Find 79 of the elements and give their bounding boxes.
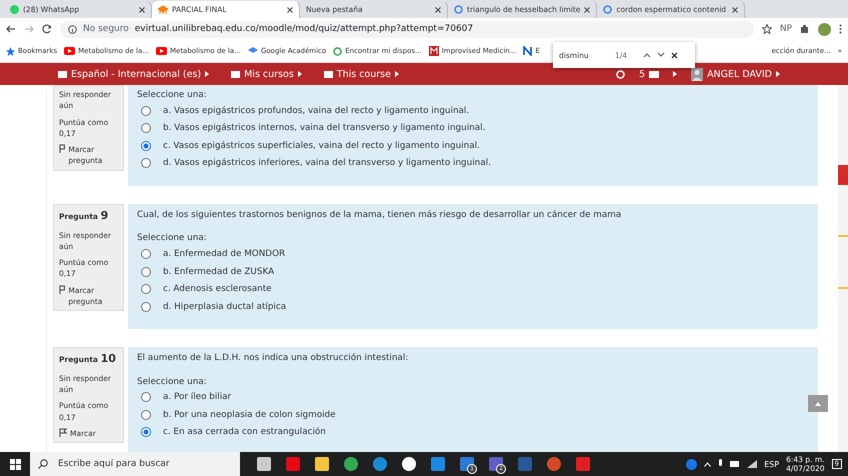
nav-menu-item[interactable]: Español - Internacional (es) <box>58 68 210 80</box>
radio-button[interactable] <box>141 410 151 420</box>
radio-button[interactable] <box>141 140 151 151</box>
answer-option[interactable]: c. En asa cerrada con estrangulación <box>137 424 809 442</box>
windows-logo-icon[interactable] <box>10 458 20 470</box>
close-icon[interactable] <box>732 6 738 12</box>
radio-button[interactable] <box>141 106 151 116</box>
taskbar-search[interactable]: Escribe aquí para buscar <box>30 452 240 476</box>
star-outline-icon[interactable] <box>762 24 772 34</box>
radio-button[interactable] <box>141 123 151 134</box>
question-text: El aumento de la L.D.H. nos indica una obstrucción intestinal: <box>137 352 410 365</box>
drawer-toggle[interactable] <box>838 165 848 185</box>
chevron-up-icon <box>815 402 821 406</box>
answer-prompt: Seleccione una: <box>137 90 208 100</box>
user-name: ANGEL DAVID <box>707 68 772 80</box>
info-icon <box>68 24 77 34</box>
avatar-icon[interactable] <box>818 22 831 36</box>
close-icon[interactable] <box>139 6 145 12</box>
scroll-top-button[interactable] <box>808 395 828 412</box>
help-icon[interactable] <box>686 458 698 470</box>
wifi-icon[interactable] <box>747 460 758 468</box>
nav-menu-item[interactable]: This course <box>324 68 399 80</box>
radio-button[interactable] <box>141 302 151 312</box>
answer-prompt: Seleccione una: <box>137 376 208 387</box>
question-text: Cual, de los siguientes trastornos benignos de la mama, tienen más riesgo de desarrollar un cáncer de mama <box>137 209 622 222</box>
address-bar[interactable]: No seguro evirtual.unilibrebaq.edu.co/moodle/mod/quiz/attempt.php?attempt=70607 <box>60 20 754 38</box>
location-ring-icon <box>333 46 342 56</box>
answer-option[interactable]: a. Enfermedad de MONDOR <box>137 245 809 263</box>
answer-option[interactable]: b. Enfermedad de ZUSKA <box>137 262 809 280</box>
radio-button[interactable] <box>141 427 151 438</box>
radio-button[interactable] <box>141 249 151 260</box>
caret-icon <box>205 71 210 77</box>
caret-icon <box>776 71 780 77</box>
answer-option[interactable]: a. Por íleo biliar <box>137 388 809 406</box>
answer-option[interactable]: a. Vasos epigástricos profundos, vaina del recto y ligamento inguinal. <box>137 102 809 120</box>
kebab-menu-icon[interactable] <box>839 24 842 34</box>
microphone-icon[interactable] <box>718 459 724 469</box>
user-menu[interactable]: ANGEL DAVID <box>691 68 780 80</box>
answer-option[interactable]: b. Vasos epigástricos internos, vaina del transverso y ligamento inguinal. <box>137 120 809 137</box>
caret-icon <box>673 71 678 77</box>
answer-option[interactable]: d. Vasos epigástricos inferiores, vaina del transverso y ligamento inguinal. <box>137 154 809 172</box>
security-label: No seguro <box>83 24 129 34</box>
puzzle-icon[interactable] <box>800 24 810 34</box>
answer-option[interactable]: d. Hiperplasia ductal atípica <box>137 298 809 316</box>
user-silhouette-icon <box>691 68 704 80</box>
envelope-icon <box>649 70 660 78</box>
caret-icon <box>394 71 399 77</box>
close-icon[interactable] <box>584 6 590 12</box>
n-logo-icon <box>523 46 532 56</box>
extension-label[interactable]: NP <box>780 24 792 34</box>
search-input[interactable]: Escribe aquí para buscar <box>56 458 230 470</box>
task-view-icon <box>257 457 271 471</box>
radio-button[interactable] <box>141 158 151 168</box>
close-icon[interactable] <box>671 52 678 58</box>
chevron-up-icon[interactable] <box>643 52 652 58</box>
url-text: evirtual.unilibrebaq.edu.co/moodle/mod/quiz/attempt.php?attempt=70607 <box>134 24 474 34</box>
star-icon <box>6 46 15 56</box>
language-indicator[interactable]: ESP <box>764 460 780 468</box>
circle-icon[interactable] <box>616 70 626 78</box>
messages-link[interactable]: 5 <box>639 68 660 80</box>
caret-icon <box>298 71 302 77</box>
nav-menu-item[interactable]: Mis cursos <box>231 68 302 80</box>
reload-icon[interactable] <box>42 24 52 34</box>
play-icon <box>156 47 167 55</box>
m-logo-icon <box>428 46 439 56</box>
answer-option[interactable]: c. Vasos epigástricos superficiales, vaina del recto y ligamento inguinal. <box>137 137 809 154</box>
back-arrow-icon[interactable] <box>6 24 16 34</box>
answer-prompt: Seleccione una: <box>137 233 208 244</box>
radio-button[interactable] <box>141 392 151 402</box>
radio-button[interactable] <box>141 266 151 277</box>
chevron-down-icon[interactable] <box>657 52 666 58</box>
search-icon <box>38 459 48 469</box>
battery-icon[interactable] <box>730 461 740 467</box>
play-icon <box>64 47 76 55</box>
answer-option[interactable]: b. Por una neoplasia de colon sigmoide <box>137 406 809 424</box>
radio-button[interactable] <box>141 284 151 294</box>
answer-option[interactable]: c. Adenosis esclerosante <box>137 280 809 298</box>
close-icon[interactable] <box>435 6 441 12</box>
close-icon[interactable] <box>287 6 293 12</box>
